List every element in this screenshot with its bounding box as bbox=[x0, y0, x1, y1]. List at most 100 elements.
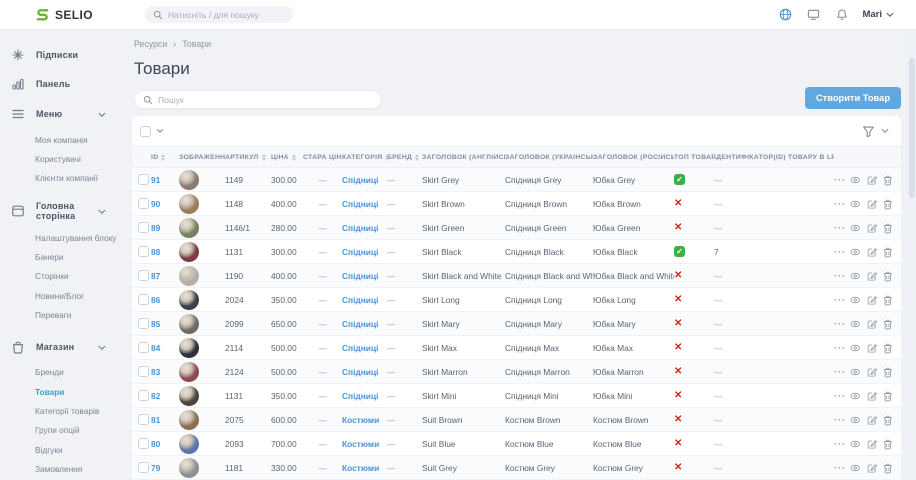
scrollbar-thumb[interactable] bbox=[909, 58, 915, 198]
product-id-link[interactable]: 83 bbox=[151, 367, 179, 377]
product-id-link[interactable]: 89 bbox=[151, 223, 179, 233]
product-category-link[interactable]: Спідниці bbox=[342, 391, 387, 401]
product-category-link[interactable]: Спідниці bbox=[342, 319, 387, 329]
product-image[interactable] bbox=[179, 338, 199, 358]
product-id-link[interactable]: 79 bbox=[151, 463, 179, 473]
column-header[interactable]: ЦІНА bbox=[271, 154, 303, 161]
delete-icon[interactable] bbox=[883, 246, 893, 258]
edit-icon[interactable] bbox=[867, 414, 877, 426]
sidebar-item-shop[interactable]: Магазин bbox=[8, 331, 124, 363]
more-actions-icon[interactable]: ··· bbox=[834, 415, 844, 425]
edit-icon[interactable] bbox=[867, 438, 877, 450]
product-category-link[interactable]: Спідниці bbox=[342, 175, 387, 185]
product-image[interactable] bbox=[179, 314, 199, 334]
sort-icon[interactable] bbox=[415, 154, 419, 161]
delete-icon[interactable] bbox=[883, 414, 893, 426]
product-id-link[interactable]: 85 bbox=[151, 319, 179, 329]
user-menu[interactable]: Mari bbox=[862, 9, 894, 20]
delete-icon[interactable] bbox=[883, 438, 893, 450]
row-checkbox[interactable] bbox=[138, 366, 149, 377]
edit-icon[interactable] bbox=[867, 366, 877, 378]
global-search-input[interactable] bbox=[168, 10, 278, 20]
more-actions-icon[interactable]: ··· bbox=[834, 343, 844, 353]
product-category-link[interactable]: Спідниці bbox=[342, 223, 387, 233]
more-actions-icon[interactable]: ··· bbox=[834, 271, 844, 281]
product-image[interactable] bbox=[179, 290, 199, 310]
sidebar-subitem[interactable]: Відгуки bbox=[35, 440, 124, 459]
view-icon[interactable] bbox=[850, 343, 860, 353]
sidebar-item-homepage[interactable]: Головна сторінка bbox=[8, 194, 124, 228]
product-id-link[interactable]: 86 bbox=[151, 295, 179, 305]
more-actions-icon[interactable]: ··· bbox=[834, 223, 844, 233]
product-id-link[interactable]: 91 bbox=[151, 175, 179, 185]
delete-icon[interactable] bbox=[883, 174, 893, 186]
sort-icon[interactable] bbox=[262, 154, 266, 161]
sidebar-subitem[interactable]: Групи опцій bbox=[35, 421, 124, 440]
product-category-link[interactable]: Спідниці bbox=[342, 199, 387, 209]
product-category-link[interactable]: Костюми bbox=[342, 463, 387, 473]
view-icon[interactable] bbox=[850, 247, 860, 257]
sidebar-item-menu[interactable]: Меню bbox=[8, 98, 124, 130]
more-actions-icon[interactable]: ··· bbox=[834, 439, 844, 449]
sidebar-subitem[interactable]: Налаштування блоку bbox=[35, 228, 124, 247]
row-checkbox[interactable] bbox=[138, 414, 149, 425]
column-header[interactable]: БРЕНД bbox=[387, 154, 422, 161]
edit-icon[interactable] bbox=[867, 270, 877, 282]
view-icon[interactable] bbox=[850, 271, 860, 281]
bulk-actions-chevron-icon[interactable] bbox=[156, 128, 164, 134]
more-actions-icon[interactable]: ··· bbox=[834, 463, 844, 473]
product-category-link[interactable]: Костюми bbox=[342, 415, 387, 425]
edit-icon[interactable] bbox=[867, 198, 877, 210]
product-image[interactable] bbox=[179, 170, 199, 190]
product-category-link[interactable]: Спідниці bbox=[342, 295, 387, 305]
edit-icon[interactable] bbox=[867, 318, 877, 330]
filter-button[interactable] bbox=[862, 125, 889, 138]
create-product-button[interactable]: Створити Товар bbox=[805, 87, 901, 109]
edit-icon[interactable] bbox=[867, 246, 877, 258]
delete-icon[interactable] bbox=[883, 462, 893, 474]
sort-icon[interactable] bbox=[292, 154, 296, 161]
edit-icon[interactable] bbox=[867, 462, 877, 474]
row-checkbox[interactable] bbox=[138, 462, 149, 473]
edit-icon[interactable] bbox=[867, 342, 877, 354]
more-actions-icon[interactable]: ··· bbox=[834, 247, 844, 257]
row-checkbox[interactable] bbox=[138, 246, 149, 257]
sidebar-subitem[interactable]: Новини/Блог bbox=[35, 286, 124, 305]
sidebar-subitem[interactable]: Користувачі bbox=[35, 149, 124, 168]
delete-icon[interactable] bbox=[883, 390, 893, 402]
delete-icon[interactable] bbox=[883, 222, 893, 234]
sidebar-subitem[interactable]: Сторінки bbox=[35, 267, 124, 286]
bell-icon[interactable] bbox=[834, 7, 849, 22]
product-id-link[interactable]: 82 bbox=[151, 391, 179, 401]
product-category-link[interactable]: Спідниці bbox=[342, 367, 387, 377]
table-search-input[interactable] bbox=[158, 95, 358, 105]
more-actions-icon[interactable]: ··· bbox=[834, 367, 844, 377]
product-id-link[interactable]: 81 bbox=[151, 415, 179, 425]
product-image[interactable] bbox=[179, 386, 199, 406]
row-checkbox[interactable] bbox=[138, 294, 149, 305]
more-actions-icon[interactable]: ··· bbox=[834, 319, 844, 329]
sort-icon[interactable] bbox=[161, 154, 165, 161]
row-checkbox[interactable] bbox=[138, 222, 149, 233]
delete-icon[interactable] bbox=[883, 198, 893, 210]
edit-icon[interactable] bbox=[867, 174, 877, 186]
product-id-link[interactable]: 87 bbox=[151, 271, 179, 281]
product-image[interactable] bbox=[179, 218, 199, 238]
edit-icon[interactable] bbox=[867, 390, 877, 402]
row-checkbox[interactable] bbox=[138, 390, 149, 401]
more-actions-icon[interactable]: ··· bbox=[834, 199, 844, 209]
product-id-link[interactable]: 84 bbox=[151, 343, 179, 353]
delete-icon[interactable] bbox=[883, 318, 893, 330]
more-actions-icon[interactable]: ··· bbox=[834, 295, 844, 305]
breadcrumb-parent[interactable]: Ресурси bbox=[134, 39, 167, 49]
sidebar-subitem[interactable]: Категорії товарів bbox=[35, 402, 124, 421]
sidebar-subitem[interactable]: Замовлення bbox=[35, 460, 124, 479]
view-icon[interactable] bbox=[850, 319, 860, 329]
column-header[interactable]: ID bbox=[151, 154, 179, 161]
more-actions-icon[interactable]: ··· bbox=[834, 391, 844, 401]
sidebar-subitem[interactable]: Переваги bbox=[35, 306, 124, 325]
globe-icon[interactable] bbox=[778, 7, 793, 22]
row-checkbox[interactable] bbox=[138, 174, 149, 185]
product-image[interactable] bbox=[179, 194, 199, 214]
row-checkbox[interactable] bbox=[138, 198, 149, 209]
